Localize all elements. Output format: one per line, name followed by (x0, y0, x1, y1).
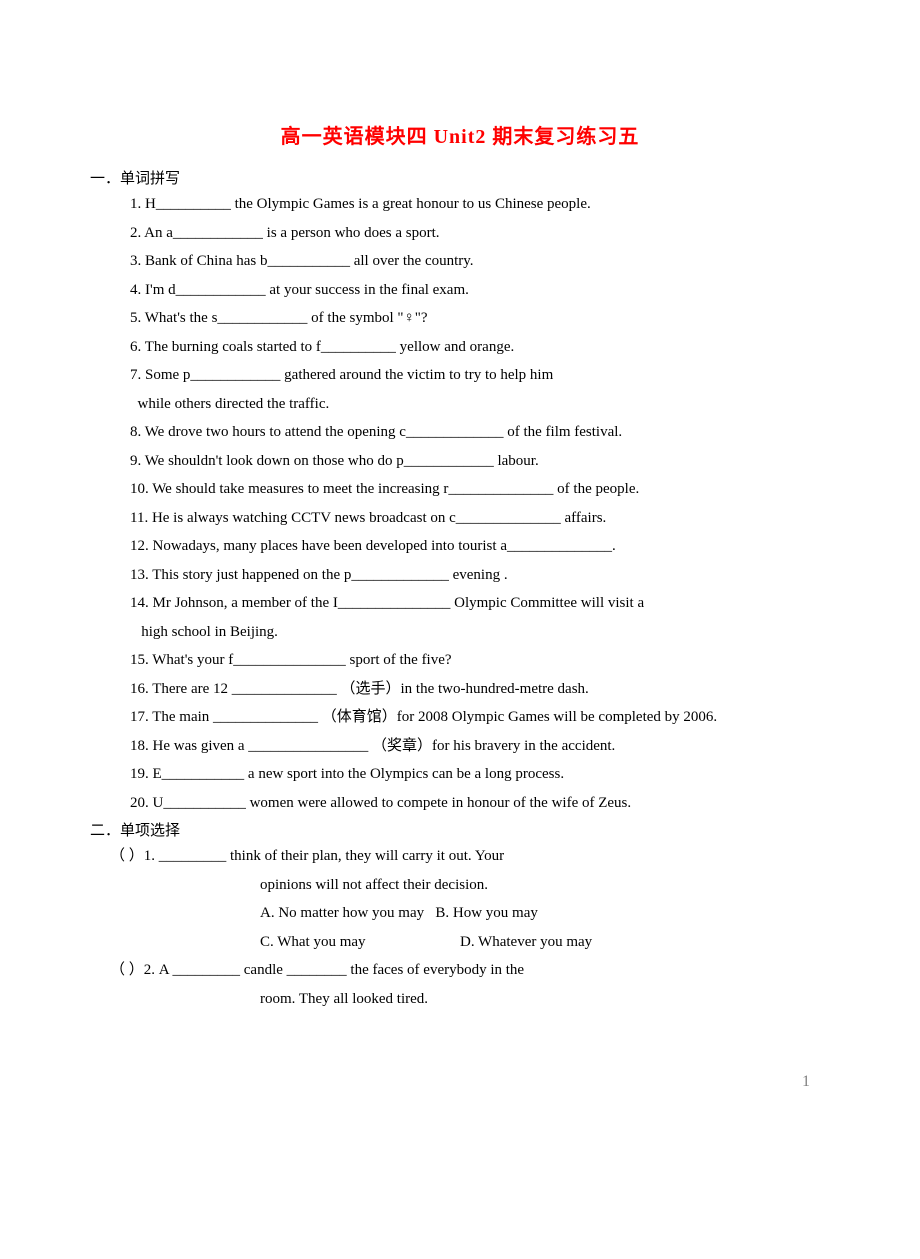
q1-10: 10. We should take measures to meet the … (130, 475, 830, 504)
mc-q1-optB: B. How you may (435, 905, 538, 921)
q1-12: 12. Nowadays, many places have been deve… (130, 532, 830, 561)
q1-18: 18. He was given a ________________ （奖章）… (130, 732, 830, 761)
mc-q1-optD: D. Whatever you may (460, 934, 592, 950)
mc-q1-stem1: _________ think of their plan, they will… (159, 848, 504, 864)
q1-15: 15. What's your f_______________ sport o… (130, 646, 830, 675)
document-title: 高一英语模块四 Unit2 期末复习练习五 (90, 120, 830, 149)
q1-8: 8. We drove two hours to attend the open… (130, 418, 830, 447)
mc-q1-opts-row2: C. What you mayD. Whatever you may (260, 928, 830, 957)
q1-7a: 7. Some p____________ gathered around th… (130, 361, 830, 390)
q1-9: 9. We shouldn't look down on those who d… (130, 447, 830, 476)
mc-q1-opts-row1: A. No matter how you may B. How you may (260, 899, 830, 928)
q1-7b: while others directed the traffic. (130, 390, 830, 419)
section-2-items: （ ）1. _________ think of their plan, the… (110, 842, 830, 1013)
mc-q2-num: （ ）2. (110, 962, 159, 978)
mc-q1-optC: C. What you may (260, 928, 460, 957)
q1-4: 4. I'm d____________ at your success in … (130, 276, 830, 305)
mc-q2-stem1: A _________ candle ________ the faces of… (159, 962, 524, 978)
mc-q1-stem2: opinions will not affect their decision. (260, 871, 830, 900)
q1-14a: 14. Mr Johnson, a member of the I_______… (130, 589, 830, 618)
mc-q1-line1: （ ）1. _________ think of their plan, the… (110, 842, 830, 871)
mc-q2-stem2: room. They all looked tired. (260, 985, 830, 1014)
q1-5: 5. What's the s____________ of the symbo… (130, 304, 830, 333)
section-1-heading: 一．单词拼写 (90, 167, 830, 188)
q1-2: 2. An a____________ is a person who does… (130, 219, 830, 248)
q1-16: 16. There are 12 ______________ （选手）in t… (130, 675, 830, 704)
q1-19: 19. E___________ a new sport into the Ol… (130, 760, 830, 789)
q1-14b: high school in Beijing. (130, 618, 830, 647)
document-page: 高一英语模块四 Unit2 期末复习练习五 一．单词拼写 1. H_______… (0, 0, 920, 1131)
q1-13: 13. This story just happened on the p___… (130, 561, 830, 590)
section-2-heading: 二．单项选择 (90, 819, 830, 840)
q1-17: 17. The main ______________ （体育馆）for 200… (130, 703, 830, 732)
page-number: 1 (90, 1073, 830, 1091)
q1-6: 6. The burning coals started to f_______… (130, 333, 830, 362)
q1-3: 3. Bank of China has b___________ all ov… (130, 247, 830, 276)
mc-q1-num: （ ）1. (110, 848, 159, 864)
mc-q1-optA: A. No matter how you may (260, 899, 424, 928)
q1-11: 11. He is always watching CCTV news broa… (130, 504, 830, 533)
mc-q2-line1: （ ）2. A _________ candle ________ the fa… (110, 956, 830, 985)
q1-20: 20. U___________ women were allowed to c… (130, 789, 830, 818)
section-1-items: 1. H__________ the Olympic Games is a gr… (130, 190, 830, 817)
q1-1: 1. H__________ the Olympic Games is a gr… (130, 190, 830, 219)
